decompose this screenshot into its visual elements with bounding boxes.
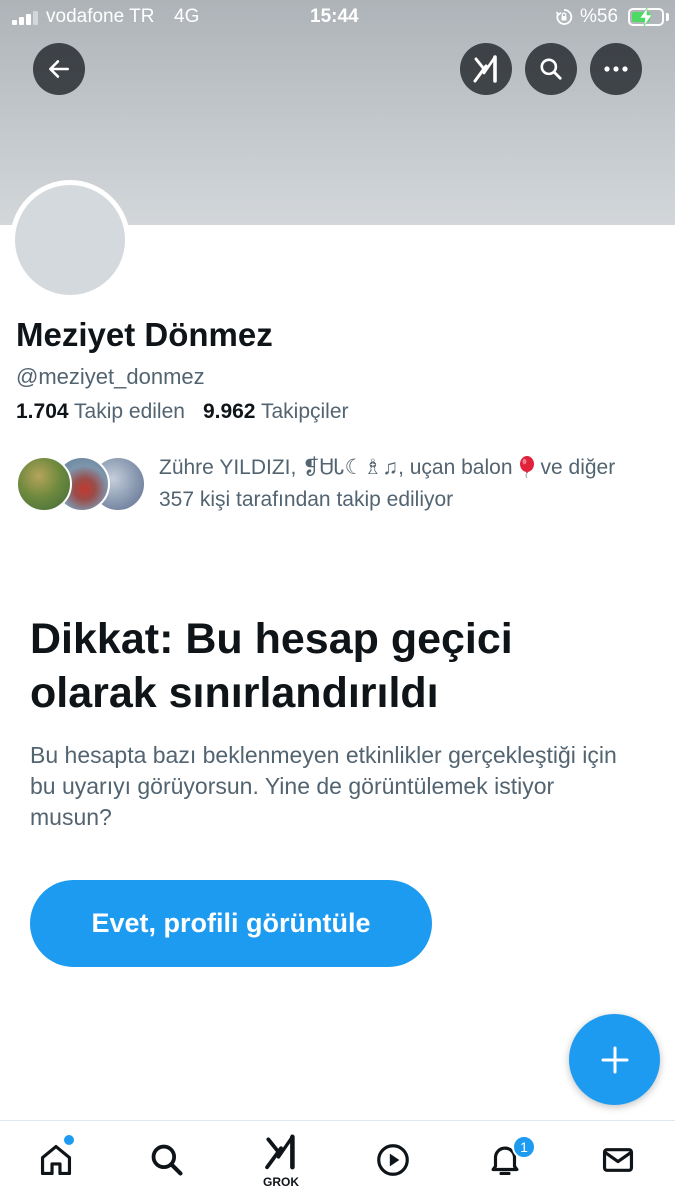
more-button[interactable] [590, 43, 642, 95]
search-icon [151, 1144, 183, 1176]
carrier-label: vodafone TR [46, 6, 155, 27]
following-count: 1.704 [16, 400, 69, 423]
envelope-icon [602, 1148, 634, 1172]
grok-icon [473, 55, 497, 83]
orientation-lock-icon [555, 9, 573, 25]
battery-percent: %56 [580, 6, 619, 27]
profile-page: vodafone TR 4G 15:44 %56 Meziyet Dönmez … [0, 0, 675, 1200]
followed-by-suffix: ve diğer [540, 456, 616, 479]
avatar [16, 456, 72, 512]
grok-label: GROK [263, 1175, 299, 1189]
compose-button[interactable] [569, 1014, 660, 1105]
back-button[interactable] [33, 43, 85, 95]
bottom-tab-bar: GROK 1 [0, 1120, 675, 1200]
follow-stats: 1.704 Takip edilen 9.962 Takipçiler [16, 400, 349, 424]
display-name: Meziyet Dönmez [16, 316, 273, 353]
search-icon [540, 58, 562, 80]
restriction-warning-body: Bu hesapta bazı beklenmeyen etkinlikler … [30, 742, 617, 830]
following-link[interactable]: 1.704 Takip edilen [16, 400, 185, 423]
view-profile-button[interactable]: Evet, profili görüntüle [30, 880, 432, 967]
tab-home[interactable] [18, 1121, 94, 1199]
more-horizontal-icon [604, 66, 628, 72]
followers-link[interactable]: 9.962 Takipçiler [203, 400, 349, 423]
signal-icon [12, 11, 38, 25]
tab-messages[interactable] [580, 1121, 656, 1199]
notification-badge: 1 [512, 1135, 536, 1159]
grok-icon [265, 1134, 295, 1170]
username-handle: @meziyet_donmez [16, 364, 205, 389]
tab-grok[interactable]: GROK [243, 1121, 319, 1199]
followed-by-count: 357 kişi tarafından takip ediliyor [159, 488, 454, 511]
tab-notifications[interactable]: 1 [467, 1121, 543, 1199]
followers-count: 9.962 [202, 400, 256, 423]
tab-video[interactable] [355, 1121, 431, 1199]
followed-by-text[interactable]: Zühre YILDIZI, ❡ᏌᏓ☾♗♫, uçan balon ve diğe… [159, 452, 664, 516]
tab-search[interactable] [129, 1121, 205, 1199]
grok-button[interactable] [460, 43, 512, 95]
balloon-emoji-icon [519, 456, 534, 478]
search-button[interactable] [525, 43, 577, 95]
status-bar: vodafone TR 4G 15:44 %56 [0, 0, 675, 34]
profile-avatar[interactable] [10, 180, 130, 300]
followed-by-names: Zühre YILDIZI, ❡ᏌᏓ☾♗♫, uçan balon [159, 456, 513, 479]
following-label: Takip edilen [74, 400, 185, 423]
battery-cap [666, 13, 669, 21]
charging-bolt-icon [639, 8, 653, 26]
followers-label: Takipçiler [260, 400, 349, 423]
clock: 15:44 [310, 6, 359, 27]
home-unread-dot [64, 1135, 74, 1145]
home-icon [40, 1144, 72, 1176]
mutual-followers-avatars[interactable] [16, 456, 146, 516]
plus-icon [601, 1046, 628, 1073]
network-label: 4G [174, 6, 200, 27]
restriction-warning-title: Dikkat: Bu hesap geçici olarak sınırland… [30, 615, 513, 717]
play-circle-icon [377, 1144, 409, 1176]
arrow-left-icon [49, 60, 69, 78]
